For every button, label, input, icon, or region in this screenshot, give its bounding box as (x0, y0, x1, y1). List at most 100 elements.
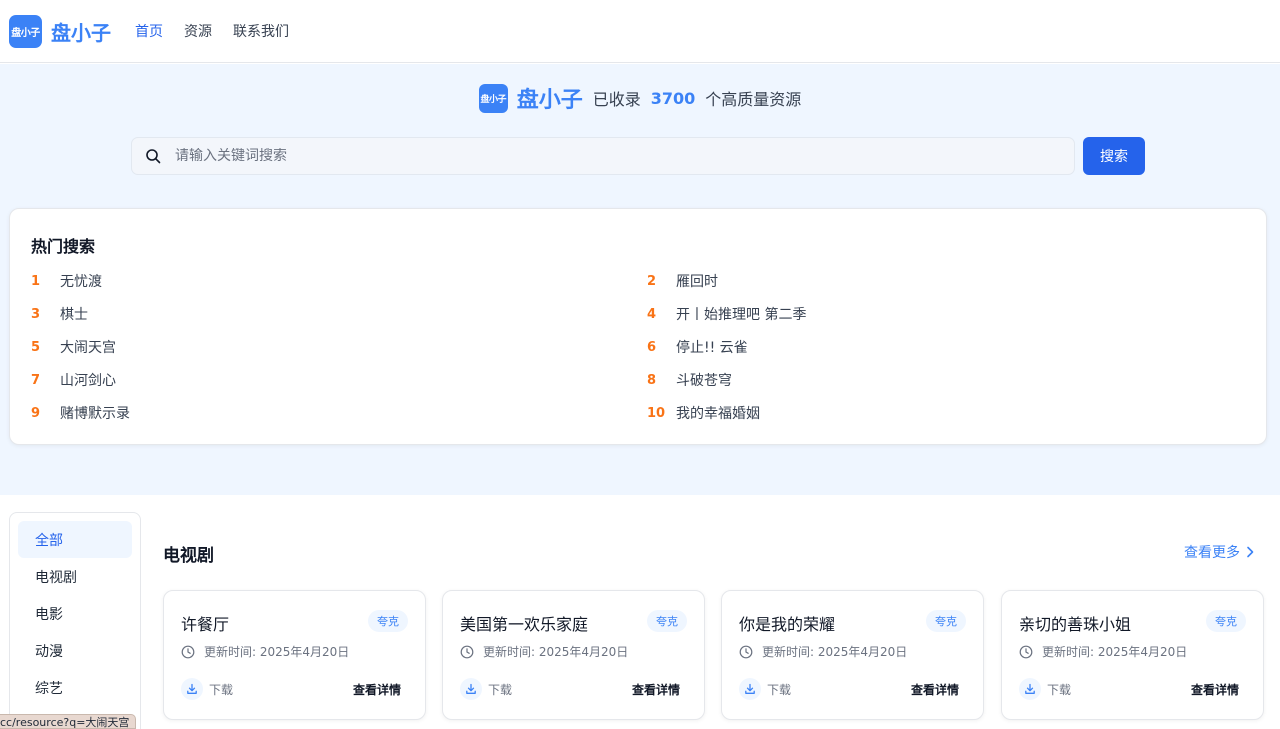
clock-icon (181, 645, 195, 658)
category-variety[interactable]: 综艺 (18, 669, 132, 706)
hot-search-item[interactable]: 1 无忧渡 (31, 271, 647, 291)
status-bar-url: cc/resource?q=大闹天宫 (0, 714, 137, 729)
category-all[interactable]: 全部 (18, 521, 132, 558)
hot-search-item[interactable]: 10 我的幸福婚姻 (647, 403, 1247, 423)
hero-logo-icon: 盘小子 (478, 83, 508, 113)
hot-name: 开丨始推理吧 第二季 (676, 307, 807, 323)
top-header: 盘小子 盘小子 首页 资源 联系我们 (0, 0, 1280, 63)
search-bar (131, 137, 1075, 175)
hot-name: 斗破苍穹 (676, 373, 732, 389)
hot-search-item[interactable]: 3 棋士 (31, 304, 647, 324)
view-more-label: 查看更多 (1184, 545, 1240, 561)
view-detail-button[interactable]: 查看详情 (632, 681, 680, 698)
update-time: 更新时间: 2025年4月20日 (1019, 643, 1187, 660)
category-anime[interactable]: 动漫 (18, 632, 132, 669)
hot-name: 停止!! 云雀 (676, 340, 748, 356)
download-button[interactable]: 下载 (460, 678, 512, 700)
hot-search-item[interactable]: 9 赌博默示录 (31, 403, 647, 423)
download-icon (1019, 678, 1041, 700)
card-title: 你是我的荣耀 (739, 615, 836, 634)
view-more-link[interactable]: 查看更多 (1184, 542, 1254, 562)
search-icon (146, 149, 161, 164)
card-title: 亲切的善珠小姐 (1019, 615, 1132, 634)
download-icon (181, 678, 203, 700)
main-nav: 首页 资源 联系我们 (135, 21, 310, 41)
download-label: 下载 (1047, 682, 1072, 697)
category-tv[interactable]: 电视剧 (18, 558, 132, 595)
update-time: 更新时间: 2025年4月20日 (460, 643, 628, 660)
hot-rank: 7 (31, 372, 41, 388)
hot-rank: 4 (647, 306, 657, 322)
hot-search-title: 热门搜索 (31, 237, 96, 256)
hot-search-item[interactable]: 7 山河剑心 (31, 370, 647, 390)
hero-title: 盘小子 盘小子 已收录 3700 个高质量资源 (0, 82, 1280, 114)
hot-rank: 1 (31, 273, 41, 289)
hot-name: 无忧渡 (60, 274, 102, 290)
hot-rank: 5 (31, 339, 41, 355)
resource-card[interactable]: 美国第一欢乐家庭 夸克 更新时间: 2025年4月20日 下载 查看详情 (442, 590, 705, 720)
nav-home[interactable]: 首页 (135, 21, 163, 41)
logo-icon[interactable]: 盘小子 (9, 14, 42, 48)
resource-card[interactable]: 亲切的善珠小姐 夸克 更新时间: 2025年4月20日 下载 查看详情 (1001, 590, 1264, 720)
hot-rank: 6 (647, 339, 657, 355)
hot-search-item[interactable]: 2 雁回时 (647, 271, 1247, 291)
hot-search-item[interactable]: 5 大闹天宫 (31, 337, 647, 357)
download-button[interactable]: 下载 (1019, 678, 1071, 700)
hot-rank: 3 (31, 306, 41, 322)
nav-contact[interactable]: 联系我们 (233, 21, 289, 41)
clock-icon (1019, 645, 1033, 658)
hero-section: 盘小子 盘小子 已收录 3700 个高质量资源 搜索 热门搜索 1 无忧渡 2 雁回… (0, 64, 1280, 495)
update-time-text: 更新时间: 2025年4月20日 (762, 645, 908, 659)
download-button[interactable]: 下载 (739, 678, 791, 700)
hot-search-item[interactable]: 4 开丨始推理吧 第二季 (647, 304, 1247, 324)
hero-brand: 盘小子 (516, 88, 583, 113)
search-button[interactable]: 搜索 (1083, 137, 1145, 175)
view-detail-button[interactable]: 查看详情 (911, 681, 959, 698)
card-title: 许餐厅 (181, 615, 230, 634)
hot-search-item[interactable]: 8 斗破苍穹 (647, 370, 1247, 390)
hero-suffix: 个高质量资源 (705, 90, 802, 109)
download-icon (460, 678, 482, 700)
chevron-right-icon (1247, 546, 1254, 558)
source-badge: 夸克 (926, 610, 966, 632)
download-label: 下载 (488, 682, 513, 697)
source-badge: 夸克 (647, 610, 687, 632)
hot-search-item[interactable]: 6 停止!! 云雀 (647, 337, 1247, 357)
nav-resources[interactable]: 资源 (184, 21, 212, 41)
clock-icon (460, 645, 474, 658)
hot-name: 棋士 (60, 307, 88, 323)
download-label: 下载 (209, 682, 234, 697)
brand-name[interactable]: 盘小子 (51, 17, 111, 46)
update-time-text: 更新时间: 2025年4月20日 (483, 645, 629, 659)
source-badge: 夸克 (1206, 610, 1246, 632)
category-movie[interactable]: 电影 (18, 595, 132, 632)
download-icon (739, 678, 761, 700)
hot-search-card: 热门搜索 1 无忧渡 2 雁回时 3 棋士 4 开丨始推理吧 第二季 5 大闹天宫 6 停止… (9, 208, 1267, 445)
update-time-text: 更新时间: 2025年4月20日 (1042, 645, 1188, 659)
hot-name: 大闹天宫 (60, 340, 116, 356)
clock-icon (739, 645, 753, 658)
hot-rank: 10 (647, 405, 666, 421)
category-sidebar: 全部 电视剧 电影 动漫 综艺 (9, 512, 141, 729)
hot-rank: 2 (647, 273, 657, 289)
hot-name: 雁回时 (676, 274, 718, 290)
hero-prefix: 已收录 (592, 90, 641, 109)
hot-rank: 8 (647, 372, 657, 388)
download-label: 下载 (767, 682, 792, 697)
update-time: 更新时间: 2025年4月20日 (739, 643, 907, 660)
resource-count: 3700 (650, 88, 696, 108)
update-time: 更新时间: 2025年4月20日 (181, 643, 349, 660)
section-title: 电视剧 (163, 546, 214, 566)
resource-card[interactable]: 许餐厅 夸克 更新时间: 2025年4月20日 下载 查看详情 (163, 590, 426, 720)
hot-name: 赌博默示录 (60, 406, 130, 422)
resource-card[interactable]: 你是我的荣耀 夸克 更新时间: 2025年4月20日 下载 查看详情 (721, 590, 984, 720)
view-detail-button[interactable]: 查看详情 (1191, 681, 1239, 698)
hot-name: 山河剑心 (60, 373, 116, 389)
view-detail-button[interactable]: 查看详情 (353, 681, 401, 698)
download-button[interactable]: 下载 (181, 678, 233, 700)
hot-search-list: 1 无忧渡 2 雁回时 3 棋士 4 开丨始推理吧 第二季 5 大闹天宫 6 停止!! 云雀… (31, 271, 1251, 423)
update-time-text: 更新时间: 2025年4月20日 (204, 645, 350, 659)
source-badge: 夸克 (368, 610, 408, 632)
hot-name: 我的幸福婚姻 (676, 406, 760, 422)
search-input[interactable] (175, 148, 1035, 164)
